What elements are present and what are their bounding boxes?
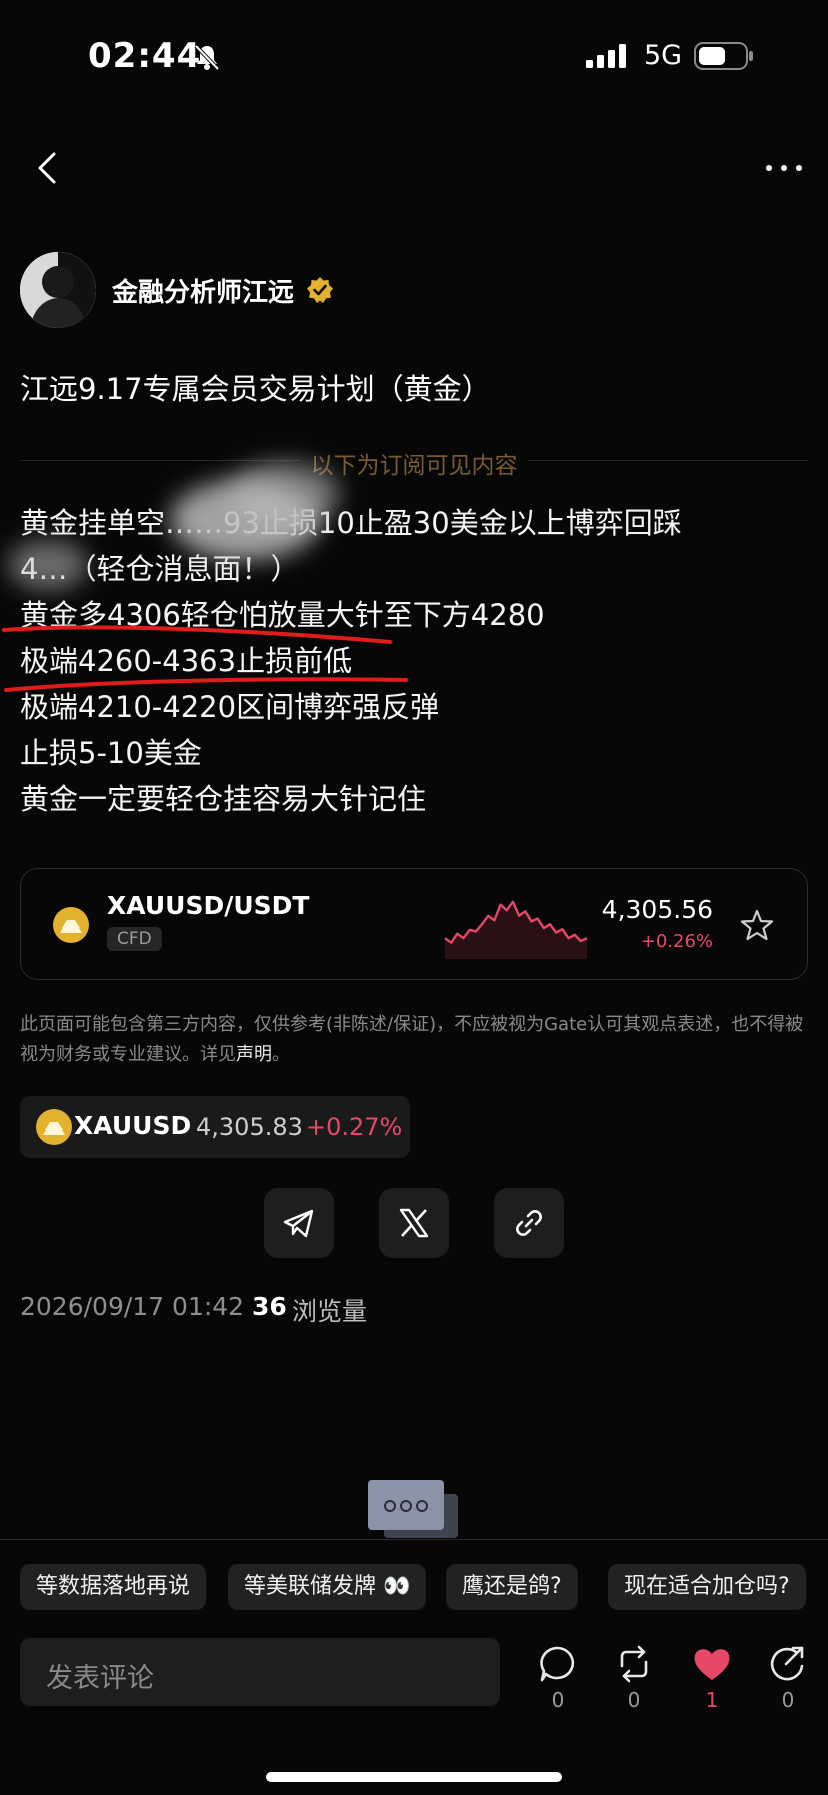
cfd-badge: CFD (107, 927, 162, 951)
x-icon (399, 1208, 429, 1238)
post-title: 江远9.17专属会员交易计划（黄金） (20, 372, 491, 406)
asset-card[interactable]: XAUUSD/USDT CFD 4,305.56 +0.26% (20, 868, 808, 980)
share-telegram-button[interactable] (264, 1188, 334, 1258)
comment-input[interactable]: 发表评论 (20, 1638, 500, 1706)
mute-bell-icon (194, 44, 220, 71)
asset-change: +0.26% (640, 931, 713, 952)
repost-icon[interactable] (612, 1644, 656, 1684)
home-indicator (266, 1772, 562, 1782)
disclaimer-link[interactable]: 声明 (236, 1044, 272, 1065)
quick-reply-chip[interactable]: 现在适合加仓吗? (608, 1564, 806, 1610)
chat-bubble-icon[interactable] (368, 1480, 460, 1538)
asset-price: 4,305.56 (601, 895, 713, 924)
author-avatar[interactable] (20, 252, 96, 328)
share-icon[interactable] (766, 1644, 810, 1684)
favorite-star-icon[interactable] (739, 907, 775, 943)
post-date: 2026/09/17 01:42 (20, 1292, 245, 1321)
share-x-button[interactable] (379, 1188, 449, 1258)
battery-icon (694, 42, 753, 70)
author-name[interactable]: 金融分析师江远 (112, 272, 294, 309)
gold-coin-icon (53, 907, 89, 943)
link-icon (516, 1210, 542, 1236)
repost-count: 0 (627, 1688, 641, 1712)
verified-badge-icon (307, 277, 333, 303)
disclaimer: 此页面可能包含第三方内容，仅供参考(非陈述/保证)，不应被视为Gate认可其观点… (20, 1010, 810, 1070)
share-count: 0 (781, 1688, 795, 1712)
chip-price: 4,305.83 (196, 1113, 303, 1141)
content-line: 4…（轻仓消息面！） (20, 552, 300, 586)
privacy-blur (8, 540, 88, 590)
comment-icon[interactable] (536, 1644, 580, 1684)
price-sparkline (444, 900, 588, 959)
chip-symbol: XAUUSD (74, 1111, 192, 1140)
like-count: 1 (705, 1688, 719, 1712)
copy-link-button[interactable] (494, 1188, 564, 1258)
view-count-label: 浏览量 (292, 1297, 368, 1326)
subscriber-only-label: 以下为订阅可见内容 (310, 453, 518, 479)
disclaimer-end: 。 (272, 1044, 290, 1065)
asset-symbol: XAUUSD/USDT (107, 891, 310, 920)
chip-change: +0.27% (306, 1113, 403, 1141)
gold-coin-icon (36, 1109, 72, 1145)
signal-icon (586, 44, 626, 68)
telegram-icon (283, 1209, 314, 1238)
more-options-icon[interactable] (764, 156, 804, 180)
like-heart-icon[interactable] (690, 1644, 734, 1684)
back-arrow-icon[interactable] (34, 148, 64, 188)
red-underline-annotation (2, 625, 408, 692)
privacy-blur (230, 462, 340, 526)
comment-placeholder: 发表评论 (46, 1663, 154, 1694)
bottom-divider (0, 1539, 828, 1540)
status-time: 02:44 (88, 36, 202, 76)
content-line: 止损5-10美金 (20, 736, 202, 770)
network-type: 5G (644, 40, 683, 71)
disclaimer-text: 此页面可能包含第三方内容，仅供参考(非陈述/保证)，不应被视为Gate认可其观点… (20, 1014, 804, 1065)
view-count: 36 (252, 1292, 287, 1321)
quick-reply-chip[interactable]: 等数据落地再说 (20, 1564, 207, 1610)
ticker-chip[interactable]: XAUUSD 4,305.83 +0.27% (20, 1096, 410, 1158)
quick-reply-chip[interactable]: 等美联储发牌 👀 (228, 1564, 427, 1610)
quick-reply-chip[interactable]: 鹰还是鸽? (446, 1564, 578, 1610)
content-line: 黄金挂单空……93止损10止盈30美金以上博弈回踩 (20, 506, 682, 540)
content-line: 黄金一定要轻仓挂容易大针记住 (20, 782, 427, 816)
comment-count: 0 (551, 1688, 565, 1712)
